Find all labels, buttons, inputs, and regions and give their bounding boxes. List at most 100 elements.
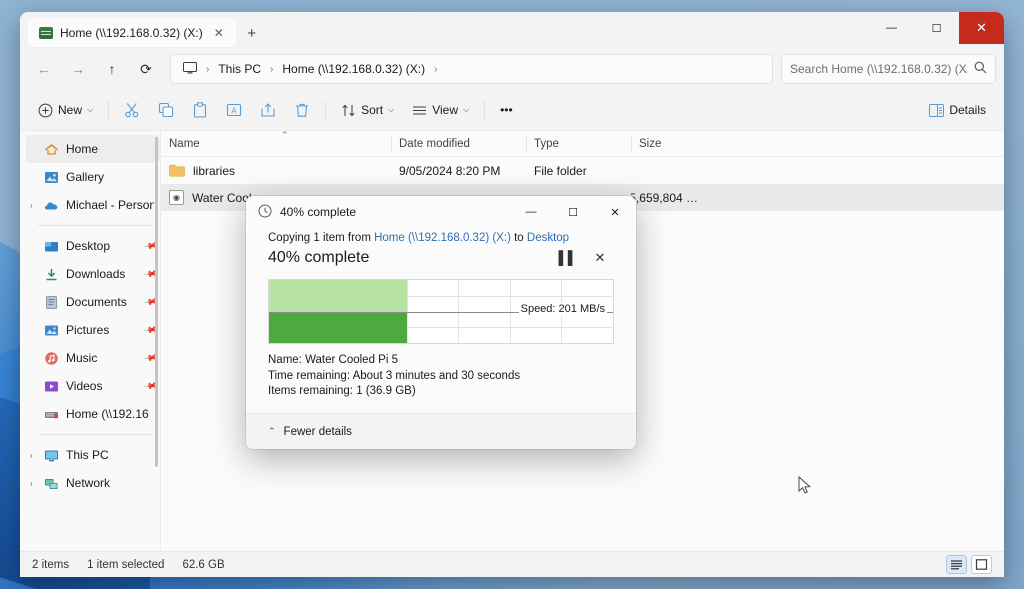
search-placeholder: Search Home (\\192.168.0.32) (X:) — [790, 62, 968, 76]
music-icon — [44, 351, 59, 366]
window-controls: — ☐ ✕ — [869, 12, 1004, 44]
sidebar-scrollbar[interactable] — [155, 137, 158, 467]
cancel-button[interactable]: ✕ — [592, 250, 608, 266]
fewer-details-label: Fewer details — [284, 426, 352, 438]
sidebar-divider — [38, 225, 152, 226]
cut-button[interactable] — [116, 95, 148, 125]
view-button[interactable]: View ⌵ — [404, 95, 477, 125]
selection-count: 1 item selected — [87, 559, 164, 571]
sidebar-item-desktop[interactable]: Desktop 📌 — [26, 232, 160, 260]
navigation-bar: ← → ↑ ⟳ › This PC › Home (\\192.168.0.32… — [20, 48, 1004, 90]
dialog-maximize-button[interactable]: ☐ — [552, 196, 594, 228]
sidebar-item-label: Home (\\192.16 — [66, 407, 149, 421]
chevron-right-icon[interactable]: › — [30, 201, 33, 210]
details-pane-button[interactable]: Details — [921, 95, 994, 125]
column-header-size[interactable]: Size — [631, 131, 706, 156]
tab-strip: Home (\\192.168.0.32) (X:) ✕ + — [20, 18, 266, 48]
close-button[interactable]: ✕ — [959, 12, 1004, 44]
close-icon[interactable]: ✕ — [210, 24, 228, 42]
window-titlebar[interactable]: Home (\\192.168.0.32) (X:) ✕ + — ☐ ✕ — [20, 12, 1004, 48]
details-pane-label: Details — [949, 103, 986, 117]
selection-size: 62.6 GB — [182, 559, 224, 571]
share-icon — [260, 102, 276, 118]
maximize-button[interactable]: ☐ — [914, 12, 959, 44]
dialog-minimize-button[interactable]: — — [510, 196, 552, 228]
breadcrumb-home-drive[interactable]: Home (\\192.168.0.32) (X:) — [276, 60, 431, 78]
up-button[interactable]: ↑ — [96, 53, 128, 85]
copy-button[interactable] — [150, 95, 182, 125]
fewer-details-button[interactable]: ⌃ Fewer details — [246, 413, 636, 449]
chevron-down-icon: ⌵ — [463, 105, 469, 115]
dialog-titlebar[interactable]: 40% complete — ☐ ✕ — [246, 196, 636, 228]
sort-button-label: Sort — [361, 103, 383, 117]
table-row[interactable]: libraries 9/05/2024 8:20 PM File folder — [161, 157, 1004, 184]
minimize-button[interactable]: — — [869, 12, 914, 44]
sort-icon — [341, 103, 356, 118]
column-header-name[interactable]: Name ⌃ — [161, 131, 391, 156]
sidebar-item-music[interactable]: Music 📌 — [26, 344, 160, 372]
documents-icon — [44, 295, 59, 310]
back-button[interactable]: ← — [28, 53, 60, 85]
sidebar-item-videos[interactable]: Videos 📌 — [26, 372, 160, 400]
detail-label: Name: — [268, 354, 302, 366]
sidebar-item-label: Gallery — [66, 170, 104, 184]
sidebar-item-home[interactable]: Home — [26, 135, 160, 163]
sidebar-item-downloads[interactable]: Downloads 📌 — [26, 260, 160, 288]
sidebar-item-label: Documents — [66, 295, 127, 309]
sidebar-item-label: Home — [66, 142, 98, 156]
rename-button[interactable]: A — [218, 95, 250, 125]
sidebar-divider — [38, 434, 152, 435]
column-headers: Name ⌃ Date modified Type Size — [161, 131, 1004, 157]
trash-icon — [294, 102, 310, 118]
new-tab-button[interactable]: + — [238, 19, 266, 47]
share-button[interactable] — [252, 95, 284, 125]
sidebar-item-label: Network — [66, 476, 110, 490]
breadcrumb-this-pc[interactable]: This PC — [212, 60, 267, 78]
speed-graph-fill-lower — [269, 312, 407, 344]
column-header-date-modified[interactable]: Date modified — [391, 131, 526, 156]
details-pane-icon — [929, 104, 944, 117]
more-options-button[interactable]: ••• — [492, 95, 521, 125]
details-view-icon[interactable] — [946, 555, 967, 574]
tab-home-drive[interactable]: Home (\\192.168.0.32) (X:) ✕ — [28, 18, 236, 48]
dialog-title: 40% complete — [280, 205, 356, 219]
file-name: Water Cool — [192, 191, 252, 205]
chevron-right-icon[interactable]: › — [30, 479, 33, 488]
sidebar-item-home-network-drive[interactable]: Home (\\192.16 — [26, 400, 160, 428]
sidebar-item-documents[interactable]: Documents 📌 — [26, 288, 160, 316]
sort-button[interactable]: Sort ⌵ — [333, 95, 402, 125]
large-icons-view-icon[interactable] — [971, 555, 992, 574]
forward-button[interactable]: → — [62, 53, 94, 85]
speed-graph-fill-upper — [269, 280, 407, 312]
detail-name-row: Name: Water Cooled Pi 5 — [268, 353, 614, 369]
copy-icon — [158, 102, 174, 118]
file-name-cell: libraries — [161, 164, 391, 178]
sidebar-item-label: Desktop — [66, 239, 110, 253]
sort-ascending-icon: ⌃ — [281, 130, 289, 141]
dialog-close-button[interactable]: ✕ — [594, 196, 636, 228]
refresh-button[interactable]: ⟳ — [130, 53, 162, 85]
downloads-icon — [44, 267, 59, 282]
this-pc-monitor-icon[interactable] — [177, 60, 203, 79]
file-size-cell: 5,659,804 … — [631, 191, 706, 205]
view-button-label: View — [432, 103, 458, 117]
new-button[interactable]: New ⌵ — [30, 95, 101, 125]
network-drive-icon — [44, 407, 59, 422]
copy-destination-link[interactable]: Desktop — [527, 232, 569, 244]
copy-source-link[interactable]: Home (\\192.168.0.32) (X:) — [374, 232, 511, 244]
sidebar-item-onedrive[interactable]: › Michael - Personal — [26, 191, 160, 219]
sidebar-item-network[interactable]: › Network — [26, 469, 160, 497]
pause-button[interactable]: ▐▐ — [554, 250, 570, 266]
column-header-type[interactable]: Type — [526, 131, 631, 156]
sidebar-item-gallery[interactable]: Gallery — [26, 163, 160, 191]
search-input[interactable]: Search Home (\\192.168.0.32) (X:) — [781, 54, 996, 84]
sidebar-item-this-pc[interactable]: › This PC — [26, 441, 160, 469]
address-bar[interactable]: › This PC › Home (\\192.168.0.32) (X:) › — [170, 54, 773, 84]
chevron-right-icon[interactable]: › — [30, 451, 33, 460]
sidebar-item-pictures[interactable]: Pictures 📌 — [26, 316, 160, 344]
sidebar-item-label: Downloads — [66, 267, 125, 281]
search-icon[interactable] — [974, 61, 987, 77]
dialog-body: Copying 1 item from Home (\\192.168.0.32… — [246, 228, 636, 413]
paste-button[interactable] — [184, 95, 216, 125]
delete-button[interactable] — [286, 95, 318, 125]
